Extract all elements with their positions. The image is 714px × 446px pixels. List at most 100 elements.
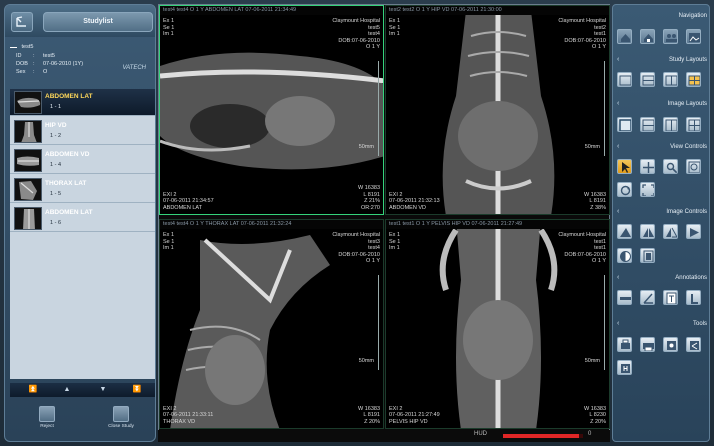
print-icon[interactable] bbox=[617, 337, 632, 352]
collapse-icon[interactable]: ‹ bbox=[617, 273, 619, 283]
scale-bar bbox=[376, 275, 379, 370]
layout-1x2-icon[interactable] bbox=[640, 72, 655, 87]
collapse-icon[interactable]: ‹ bbox=[617, 207, 619, 217]
sex-value: O bbox=[43, 69, 48, 75]
id-label: ID bbox=[16, 53, 22, 59]
viewport-header: test4 test4 O 1 Y THORAX LAT 07-06-2011 … bbox=[160, 220, 383, 229]
overlay-text: Claymount Hospital bbox=[558, 18, 606, 24]
reject-button[interactable]: Reject bbox=[27, 406, 67, 440]
studylist-button[interactable]: Studylist bbox=[43, 12, 153, 32]
invert-icon[interactable] bbox=[617, 248, 632, 263]
layout-2x1-icon[interactable] bbox=[663, 72, 678, 87]
series-index: 1 - 6 bbox=[50, 220, 62, 226]
overlay-bottom-left: EXI 2 07-06-2011 21:34:57 ABDOMEN LAT bbox=[163, 192, 214, 212]
series-item[interactable]: THORAX LAT 1 - 5 bbox=[10, 176, 155, 203]
marker-L-icon[interactable] bbox=[686, 290, 701, 305]
patient-name: test5 bbox=[21, 44, 34, 50]
rotate-icon[interactable] bbox=[617, 182, 632, 197]
overlay-bottom-left: EXI 2 07-06-2011 21:27:49 PELVIS HIP VD bbox=[389, 406, 440, 426]
edit-icon[interactable] bbox=[10, 43, 17, 48]
overlay-text: Claymount Hospital bbox=[558, 232, 606, 238]
viewport-2[interactable]: test2 test2 O 1 Y HIP VD 07-06-2011 21:3… bbox=[385, 5, 610, 215]
export-icon[interactable] bbox=[663, 337, 678, 352]
collapse-icon[interactable]: ‹ bbox=[617, 319, 619, 329]
rotate-right-icon[interactable] bbox=[686, 224, 701, 239]
fit-icon[interactable] bbox=[640, 182, 655, 197]
window-level-icon[interactable] bbox=[640, 248, 655, 263]
home-icon[interactable] bbox=[617, 29, 632, 44]
section-navigation[interactable]: Navigation bbox=[613, 11, 709, 21]
first-page-icon[interactable]: ⏫ bbox=[28, 385, 38, 395]
series-name: ABDOMEN LAT bbox=[45, 209, 93, 216]
house-icon[interactable] bbox=[640, 29, 655, 44]
image-layout-2x2-icon[interactable] bbox=[686, 117, 701, 132]
zoom-icon[interactable] bbox=[686, 159, 701, 174]
series-item[interactable]: ABDOMEN LAT 1 - 1 bbox=[10, 89, 155, 116]
flip-horizontal-icon[interactable] bbox=[640, 224, 655, 239]
overlay-top-left: Ex 1 Se 1 Im 1 bbox=[389, 18, 400, 38]
section-study-layouts[interactable]: ‹ Study Layouts bbox=[613, 55, 709, 65]
section-tools[interactable]: ‹ Tools bbox=[613, 319, 709, 329]
overlay-top-right: Claymount Hospital test5 test4 DOB:07-06-20… bbox=[332, 18, 380, 51]
viewer-footer: HUD 0 bbox=[158, 430, 610, 442]
overlay-bottom-right: W 16383 L 8191 Z 20% bbox=[358, 406, 380, 426]
reject-label: Reject bbox=[40, 424, 54, 429]
close-study-button[interactable]: Close Study bbox=[101, 406, 141, 440]
tools-panel: Navigation ‹ Study Layouts ‹ Image Layouts ‹ V… bbox=[612, 4, 710, 442]
section-image-controls[interactable]: ‹ Image Controls bbox=[613, 207, 709, 217]
image-layout-1x2-icon[interactable] bbox=[640, 117, 655, 132]
collapse-icon[interactable]: ‹ bbox=[617, 142, 619, 152]
section-title: Navigation bbox=[678, 13, 707, 19]
magnify-icon[interactable] bbox=[663, 159, 678, 174]
pointer-icon[interactable] bbox=[617, 159, 632, 174]
section-title: Image Layouts bbox=[667, 101, 707, 107]
layout-1x1-icon[interactable] bbox=[617, 72, 632, 87]
section-title: Tools bbox=[692, 321, 707, 327]
collapse-icon[interactable]: ‹ bbox=[617, 55, 619, 65]
angle-icon[interactable] bbox=[640, 290, 655, 305]
key-image-icon[interactable] bbox=[617, 360, 632, 375]
section-annotations[interactable]: ‹ Annotations bbox=[613, 273, 709, 283]
section-view-controls[interactable]: ‹ View Controls bbox=[613, 142, 709, 152]
series-index: 1 - 2 bbox=[50, 133, 62, 139]
share-icon[interactable] bbox=[686, 337, 701, 352]
overlay-top-left: Ex 1 Se 1 Im 1 bbox=[163, 18, 174, 38]
series-thumbnail bbox=[14, 91, 42, 114]
series-item[interactable]: ABDOMEN LAT 1 - 6 bbox=[10, 205, 155, 232]
contrast-icon[interactable] bbox=[617, 224, 632, 239]
series-item[interactable]: ABDOMEN VD 1 - 4 bbox=[10, 147, 155, 174]
image-layout-2x1-icon[interactable] bbox=[663, 117, 678, 132]
overlay-text: 07-06-2011 21:27:49 bbox=[389, 412, 440, 418]
text-annotation-icon[interactable] bbox=[663, 290, 678, 305]
section-image-layouts[interactable]: ‹ Image Layouts bbox=[613, 99, 709, 109]
section-title: Annotations bbox=[675, 275, 707, 281]
last-page-icon[interactable]: ⏬ bbox=[132, 385, 142, 395]
patients-icon[interactable] bbox=[663, 29, 678, 44]
prev-page-icon[interactable]: ▲ bbox=[62, 385, 72, 395]
viewport-header: test4 test4 O 1 Y ABDOMEN LAT 07-06-2011… bbox=[160, 6, 383, 15]
series-pager: ⏫ ▲ ▼ ⏬ bbox=[10, 383, 155, 397]
viewport-1[interactable]: test4 test4 O 1 Y ABDOMEN LAT 07-06-2011… bbox=[159, 5, 384, 215]
viewport-3[interactable]: test4 test4 O 1 Y THORAX LAT 07-06-2011 … bbox=[159, 219, 384, 429]
collapse-icon[interactable]: ‹ bbox=[617, 99, 619, 109]
scale-bar bbox=[376, 61, 379, 156]
series-thumbnail bbox=[14, 178, 42, 201]
overlay-text: Z 20% bbox=[590, 418, 606, 425]
viewport-header: test2 test2 O 1 Y HIP VD 07-06-2011 21:3… bbox=[386, 6, 609, 15]
series-item[interactable]: HIP VD 1 - 2 bbox=[10, 118, 155, 145]
series-name: ABDOMEN VD bbox=[45, 151, 90, 158]
back-arrow-icon[interactable] bbox=[11, 12, 33, 32]
dob-value: 07-06-2010 (1Y) bbox=[43, 61, 84, 67]
viewport-4[interactable]: test1 test1 O 1 Y PELVIS HIP VD 07-06-20… bbox=[385, 219, 610, 429]
overlay-text: 07-06-2011 21:33:11 bbox=[163, 412, 214, 418]
gallery-icon[interactable] bbox=[686, 29, 701, 44]
hud-slider[interactable] bbox=[503, 434, 583, 438]
next-page-icon[interactable]: ▼ bbox=[98, 385, 108, 395]
pan-icon[interactable] bbox=[640, 159, 655, 174]
flip-vertical-icon[interactable] bbox=[663, 224, 678, 239]
ruler-icon[interactable] bbox=[617, 290, 632, 305]
image-layout-1x1-icon[interactable] bbox=[617, 117, 632, 132]
layout-2x2-icon[interactable] bbox=[686, 72, 701, 87]
overlay-text: Im 1 bbox=[389, 31, 400, 37]
printer-icon[interactable] bbox=[640, 337, 655, 352]
